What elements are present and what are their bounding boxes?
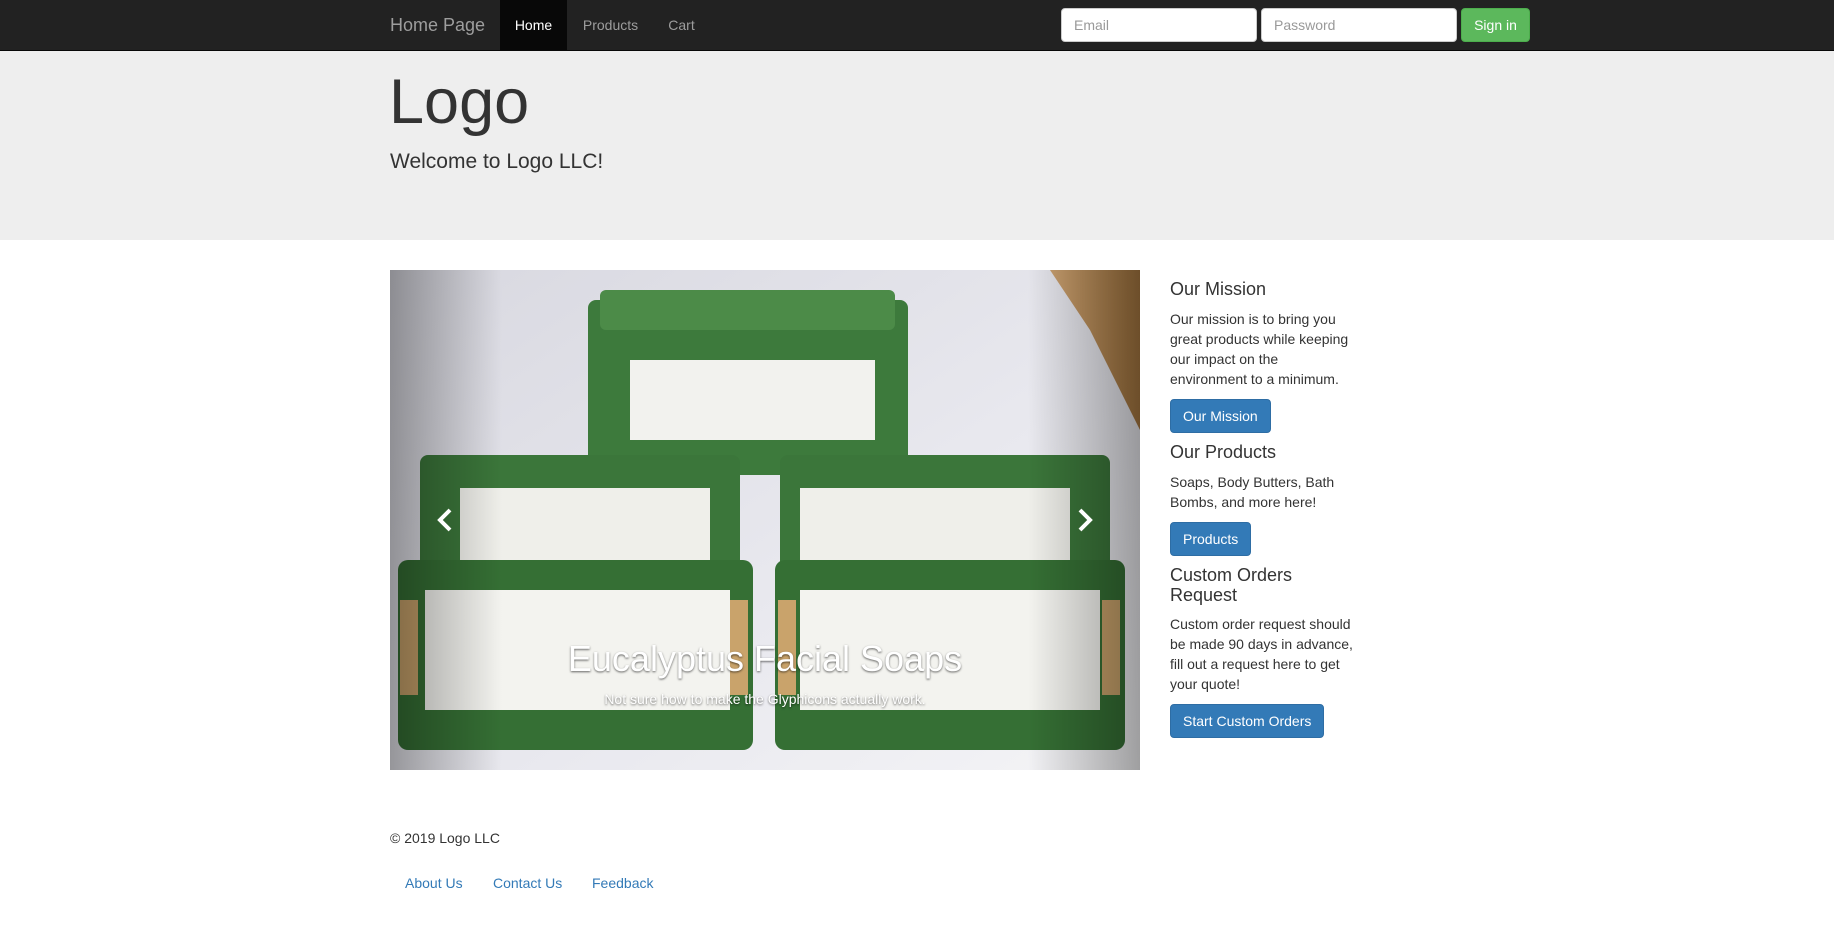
jumbotron [0,51,1834,240]
footer-link-feedback[interactable]: Feedback [592,875,653,891]
footer-link-about[interactable]: About Us [405,875,463,891]
start-custom-orders-button[interactable]: Start Custom Orders [1170,704,1325,738]
image-carousel: Eucalyptus Facial Soaps Not sure how to … [390,270,1140,770]
mission-heading: Our Mission [1170,279,1267,299]
custom-orders-text: Custom order request should be made 90 d… [1170,616,1353,692]
copyright-text: © 2019 Logo LLC [390,830,500,846]
products-button[interactable]: Products [1170,522,1252,556]
carousel-caption-title: Eucalyptus Facial Soaps [567,638,963,679]
nav-link-home[interactable]: Home [500,0,567,50]
our-mission-button[interactable]: Our Mission [1170,399,1271,433]
footer-link-contact[interactable]: Contact Us [493,875,562,891]
navbar-brand[interactable]: Home Page [390,0,485,51]
nav-link-products[interactable]: Products [567,0,654,50]
mission-text: Our mission is to bring you great produc… [1170,311,1349,387]
chevron-right-icon [1078,508,1093,532]
email-input[interactable] [1061,8,1257,42]
custom-orders-heading: Custom Orders Request [1170,565,1293,605]
password-input[interactable] [1261,8,1457,42]
products-heading: Our Products [1170,442,1277,462]
products-text: Soaps, Body Butters, Bath Bombs, and mor… [1170,474,1335,510]
sign-in-button[interactable]: Sign in [1461,8,1530,42]
page-title: Logo [389,67,530,137]
chevron-left-icon [437,508,452,532]
nav-link-cart[interactable]: Cart [654,0,709,50]
top-navbar: Home Page Home Products Cart Sign in [0,0,1834,51]
carousel-caption-text: Not sure how to make the Glyphicons actu… [604,691,926,707]
welcome-subtitle: Welcome to Logo LLC! [390,150,604,173]
